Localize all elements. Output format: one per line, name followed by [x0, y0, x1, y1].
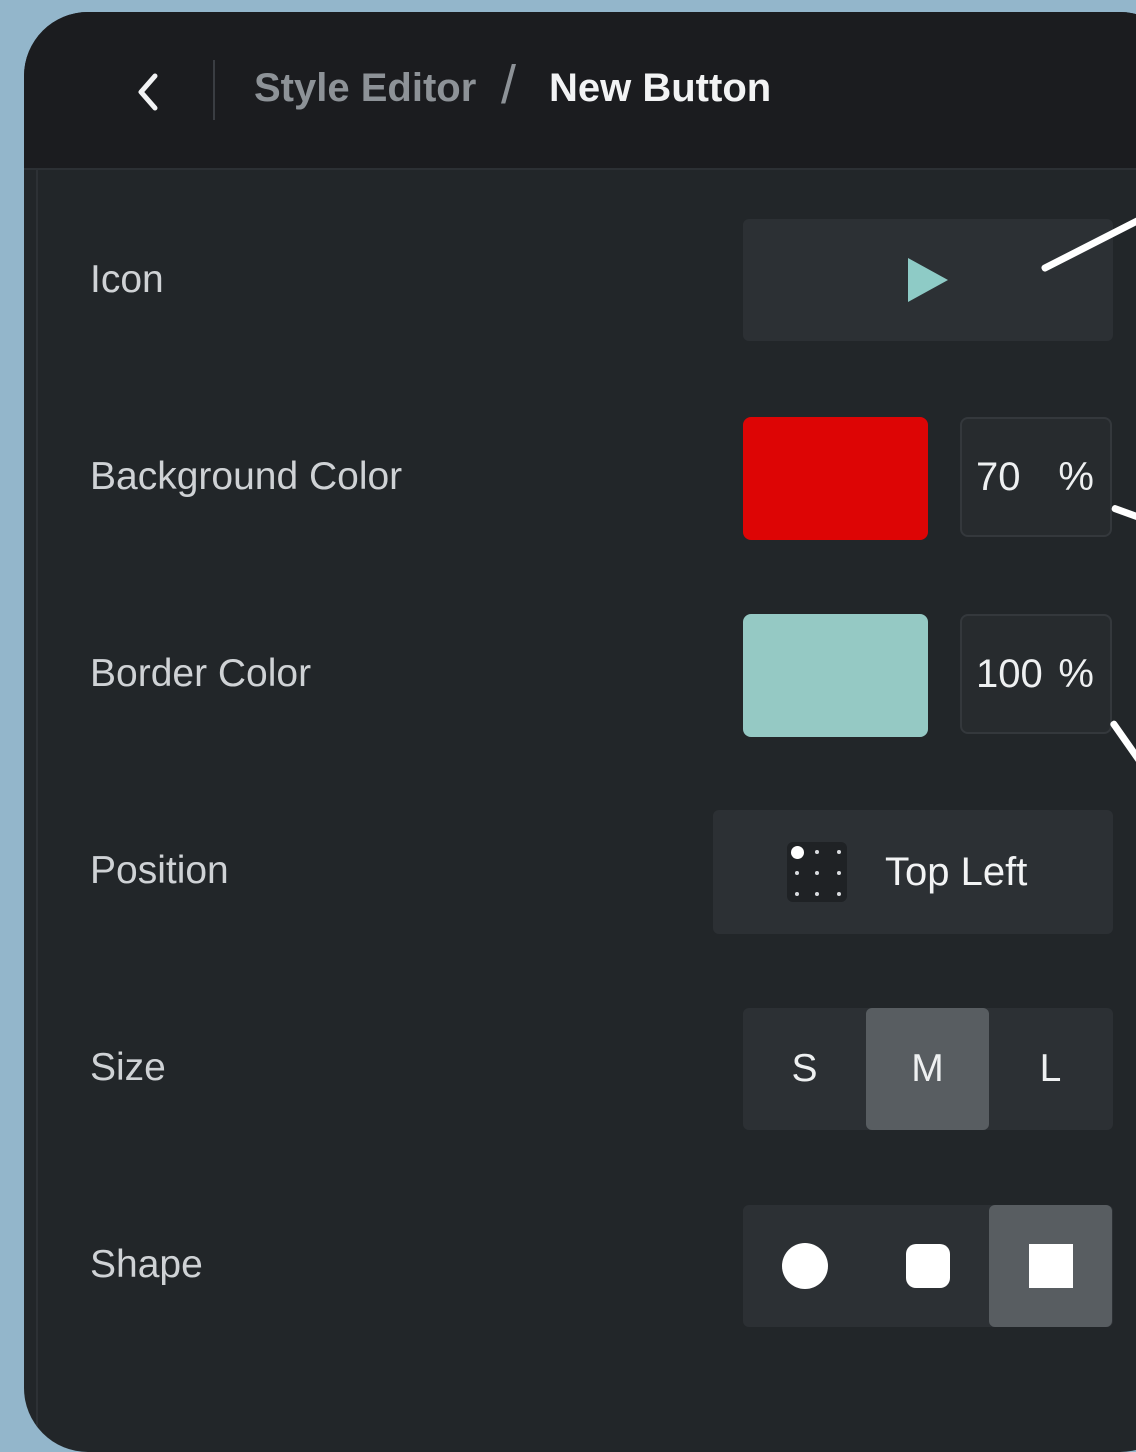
background-opacity-value: 70: [976, 454, 1021, 499]
page-title: New Button: [549, 66, 772, 110]
position-label: Position: [90, 849, 229, 892]
chevron-left-icon: [138, 73, 158, 111]
breadcrumb-parent[interactable]: Style Editor: [254, 66, 476, 111]
size-segmented-control: S M L: [743, 1008, 1113, 1130]
rounded-square-shape-icon: [905, 1244, 950, 1288]
play-icon: [908, 258, 948, 302]
shape-option-square[interactable]: [989, 1205, 1112, 1327]
position-grid-icon: [787, 842, 847, 902]
shape-segmented-control: [743, 1205, 1113, 1327]
header-bar: Style Editor / New Button: [24, 12, 1136, 170]
size-label: Size: [90, 1046, 166, 1089]
background-color-swatch[interactable]: [743, 417, 928, 540]
size-option-l[interactable]: L: [989, 1008, 1112, 1130]
border-color-swatch[interactable]: [743, 614, 928, 737]
position-value: Top Left: [885, 850, 1028, 894]
background-opacity-input[interactable]: 70 %: [960, 417, 1112, 537]
panel-edge-line: [36, 170, 38, 1452]
header-divider: [213, 60, 215, 120]
border-opacity-value: 100: [976, 651, 1043, 696]
background-color-label: Background Color: [90, 455, 403, 498]
shape-option-circle[interactable]: [743, 1205, 866, 1327]
size-option-m[interactable]: M: [866, 1008, 989, 1130]
border-opacity-input[interactable]: 100 %: [960, 614, 1112, 734]
circle-shape-icon: [781, 1243, 828, 1289]
border-opacity-unit: %: [1058, 651, 1094, 696]
back-button[interactable]: [120, 64, 176, 120]
style-editor-panel: Style Editor / New Button Icon Backgroun…: [24, 12, 1136, 1452]
border-color-label: Border Color: [90, 652, 312, 695]
size-option-s[interactable]: S: [743, 1008, 866, 1130]
icon-picker-button[interactable]: [743, 219, 1113, 341]
icon-label: Icon: [90, 258, 164, 301]
breadcrumb-separator: /: [501, 55, 517, 115]
square-shape-icon: [1028, 1244, 1073, 1288]
shape-label: Shape: [90, 1243, 203, 1286]
position-dropdown[interactable]: Top Left: [713, 810, 1113, 934]
background-opacity-unit: %: [1058, 454, 1094, 499]
shape-option-rounded[interactable]: [866, 1205, 989, 1327]
